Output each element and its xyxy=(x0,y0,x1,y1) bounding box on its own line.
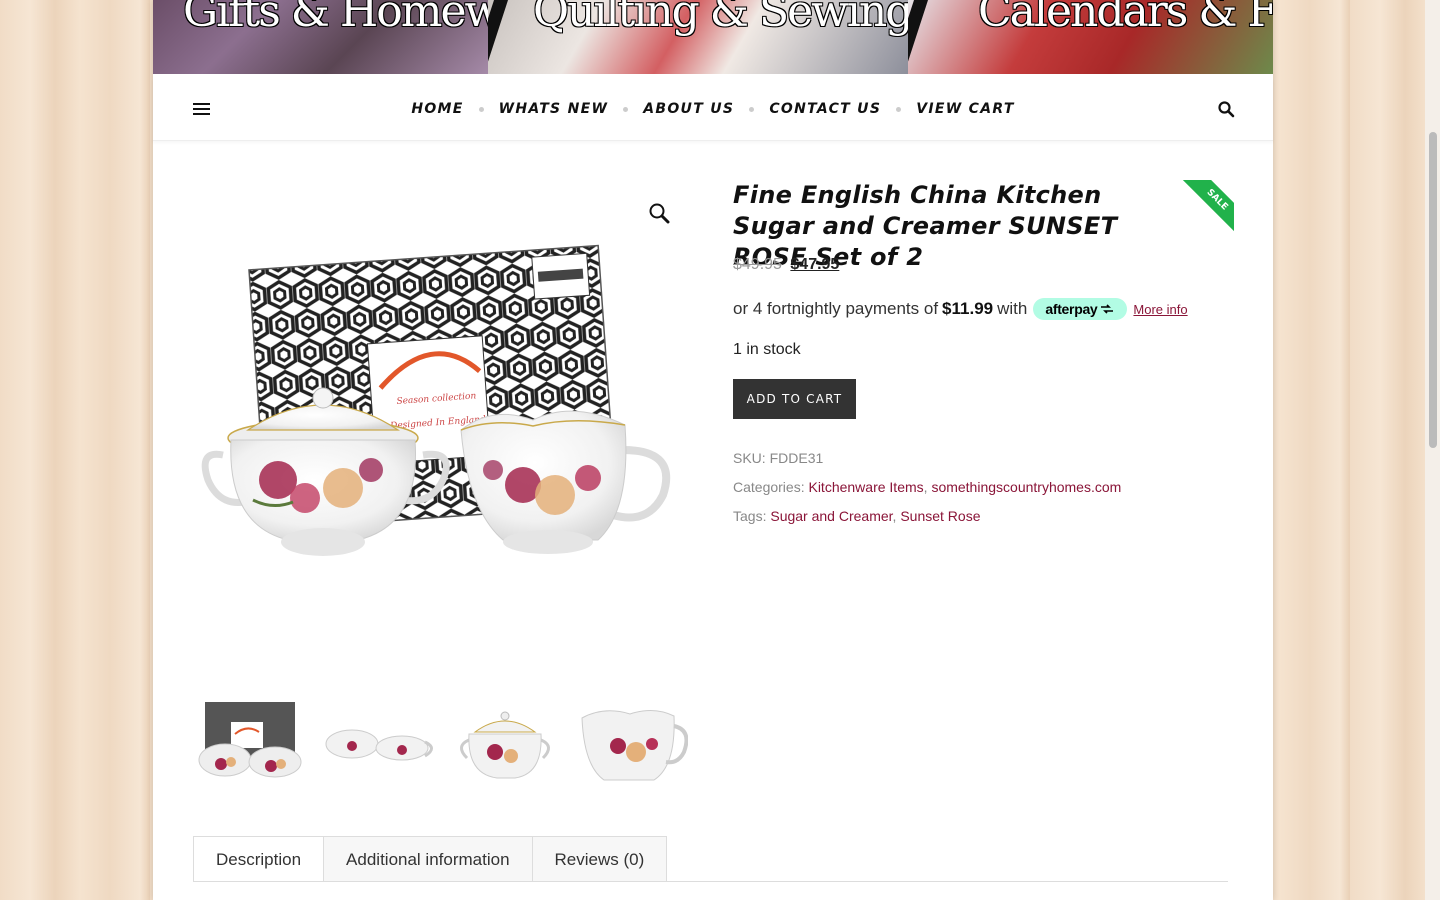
sku-value: FDDE31 xyxy=(769,450,824,466)
nav-about-us[interactable]: ABOUT US xyxy=(643,101,734,117)
banner-divider xyxy=(908,0,929,74)
tags-label: Tags: xyxy=(733,508,767,524)
categories-label: Categories: xyxy=(733,479,805,495)
nav-view-cart[interactable]: VIEW CART xyxy=(916,101,1014,117)
banner-calendars[interactable]: Calendars & Frames xyxy=(908,0,1273,74)
nav-separator xyxy=(896,106,902,112)
tag-link-sunset-rose[interactable]: Sunset Rose xyxy=(900,508,980,524)
afterpay-with: with xyxy=(997,299,1028,318)
tab-description[interactable]: Description xyxy=(193,836,325,882)
afterpay-amount: $11.99 xyxy=(942,299,994,318)
header-banner[interactable]: Gifts & Homewares Quilting & Sewing Supp… xyxy=(153,0,1273,74)
sku-label: SKU: xyxy=(733,450,766,466)
afterpay-prefix: or 4 fortnightly payments of xyxy=(733,299,939,318)
price-original: $49.95 xyxy=(733,256,782,273)
nav-separator xyxy=(749,106,755,112)
afterpay-more-info-link[interactable]: More info xyxy=(1133,302,1187,317)
scrollbar-thumb[interactable] xyxy=(1429,132,1437,448)
creamer-jug xyxy=(460,410,671,554)
banner-calendars-text: Calendars & Frames xyxy=(978,0,1273,37)
scrollbar-track[interactable] xyxy=(1425,0,1440,900)
category-link-site[interactable]: somethingscountryhomes.com xyxy=(931,479,1121,495)
search-icon[interactable] xyxy=(1217,100,1235,118)
product-main-image[interactable]: Season collection Designed In England xyxy=(193,180,683,650)
product-photo: Season collection Designed In England xyxy=(201,244,671,556)
price-sale: $47.95 xyxy=(790,256,840,273)
product-price: $49.95 $47.95 xyxy=(733,256,839,274)
thumbnail-4[interactable] xyxy=(574,696,688,786)
product-tags: Tags: Sugar and Creamer, Sunset Rose xyxy=(733,508,981,524)
tab-reviews[interactable]: Reviews (0) xyxy=(531,836,668,882)
tag-link-sugar-creamer[interactable]: Sugar and Creamer xyxy=(770,508,892,524)
product-thumbnails xyxy=(193,696,688,786)
nav-separator xyxy=(623,106,629,112)
nav-links: HOME WHATS NEW ABOUT US CONTACT US VIEW … xyxy=(153,78,1273,140)
thumbnail-1[interactable] xyxy=(193,696,307,786)
sale-badge: SALE xyxy=(1176,180,1234,235)
afterpay-brand: afterpay xyxy=(1045,301,1098,317)
nav-separator xyxy=(478,106,484,112)
product-categories: Categories: Kitchenware Items, something… xyxy=(733,479,1122,495)
banner-quilting-text: Quilting & Sewing Supplies xyxy=(533,0,908,37)
nav-contact-us[interactable]: CONTACT US xyxy=(769,101,881,117)
zoom-magnifier-icon[interactable] xyxy=(648,202,670,224)
product-tabs: Description Additional information Revie… xyxy=(193,836,668,882)
banner-gifts-text: Gifts & Homewares xyxy=(183,0,488,37)
afterpay-arrows-icon xyxy=(1101,304,1114,314)
nav-home[interactable]: HOME xyxy=(411,101,463,117)
banner-quilting[interactable]: Quilting & Sewing Supplies xyxy=(488,0,908,74)
tabs-divider xyxy=(193,881,1228,882)
add-to-cart-button[interactable]: ADD TO CART xyxy=(733,379,856,419)
product-sku: SKU: FDDE31 xyxy=(733,450,823,466)
stock-status: 1 in stock xyxy=(733,341,801,358)
thumbnail-3[interactable] xyxy=(447,696,561,786)
banner-gifts[interactable]: Gifts & Homewares xyxy=(153,0,488,74)
category-link-kitchenware[interactable]: Kitchenware Items xyxy=(808,479,923,495)
tab-additional-information[interactable]: Additional information xyxy=(323,836,533,882)
banner-divider xyxy=(488,0,509,74)
afterpay-info: or 4 fortnightly payments of $11.99 with… xyxy=(733,298,1188,320)
thumbnail-2[interactable] xyxy=(320,696,434,786)
main-navbar: HOME WHATS NEW ABOUT US CONTACT US VIEW … xyxy=(153,78,1273,141)
nav-whats-new[interactable]: WHATS NEW xyxy=(499,101,609,117)
sale-ribbon-text: SALE xyxy=(1178,180,1234,235)
afterpay-logo: afterpay xyxy=(1033,298,1128,320)
page-container: Gifts & Homewares Quilting & Sewing Supp… xyxy=(153,0,1273,900)
